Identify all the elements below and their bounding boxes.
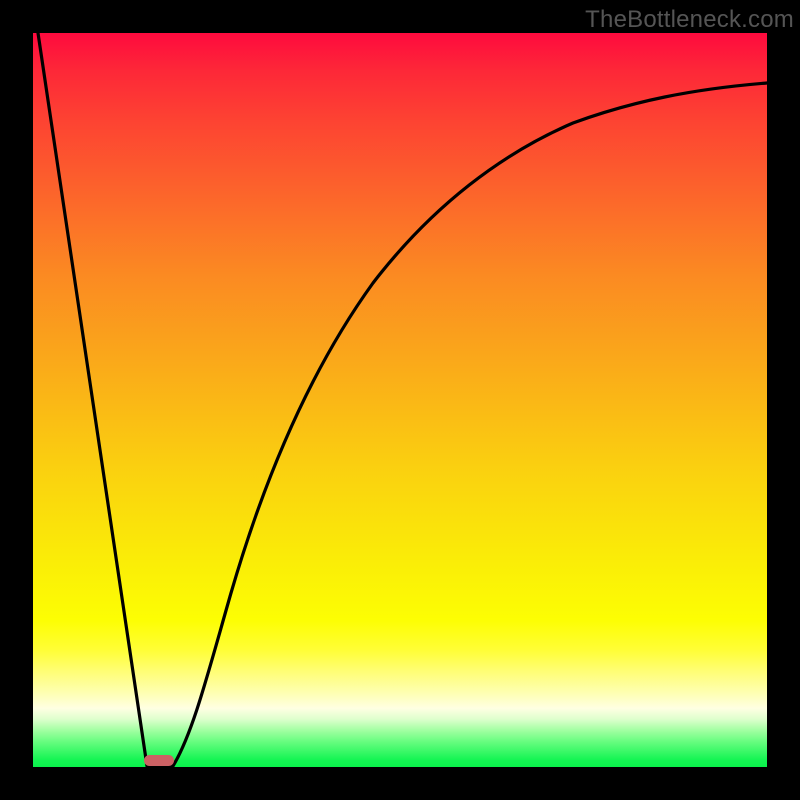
pill-marker bbox=[144, 755, 174, 766]
chart-canvas: TheBottleneck.com bbox=[0, 0, 800, 800]
curve-layer bbox=[33, 33, 767, 767]
bottleneck-curve bbox=[38, 33, 767, 766]
plot-area bbox=[33, 33, 767, 767]
watermark-text: TheBottleneck.com bbox=[585, 6, 794, 34]
